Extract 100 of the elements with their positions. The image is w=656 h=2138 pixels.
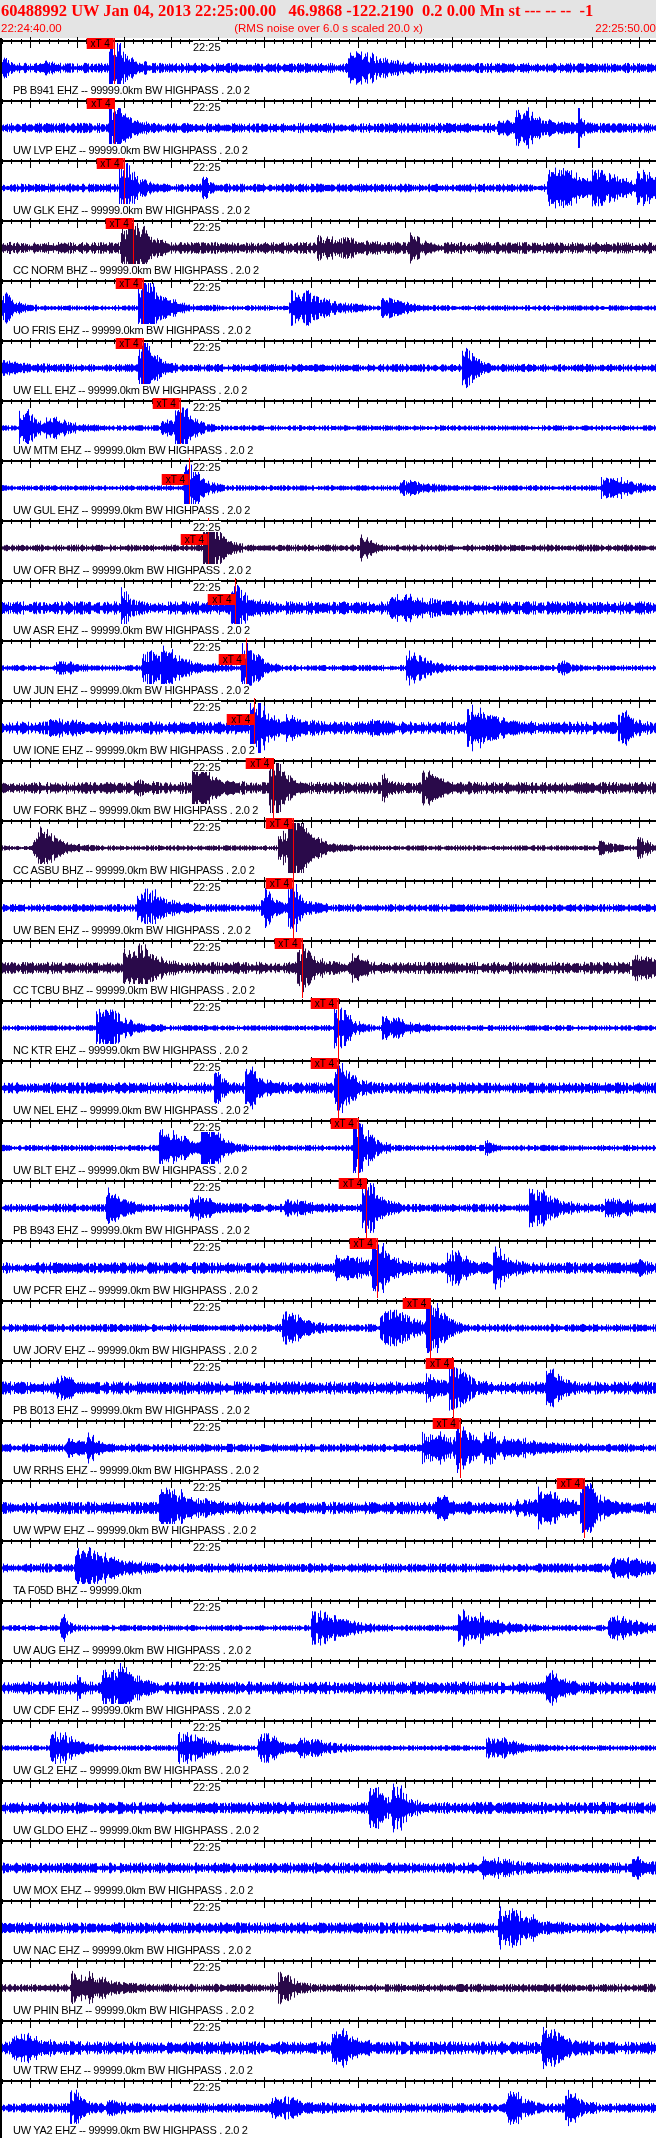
time-mark: 22:25	[193, 461, 221, 472]
pick-line	[430, 1298, 432, 1358]
channel-label: UO FRIS EHZ -- 99999.0km BW HIGHPASS . 2.0 2	[13, 324, 251, 338]
channel-label: UW MOX EHZ -- 99999.0km BW HIGHPASS . 2.0 2	[13, 1884, 253, 1898]
pick-label: xT 4	[180, 534, 208, 545]
channel-label: UW PCFR EHZ -- 99999.0km BW HIGHPASS . 2.0 2	[13, 1284, 258, 1298]
time-mark: 22:25	[193, 641, 221, 652]
pick-line	[459, 1418, 461, 1478]
time-mark: 22:25	[193, 2021, 221, 2032]
pick-label: xT 4	[310, 998, 339, 1009]
pick-label: xT 4	[403, 1298, 431, 1309]
pick-line	[453, 1358, 455, 1418]
pick-label: xT 4	[115, 338, 143, 349]
pick-label: xT 4	[96, 158, 124, 169]
channel-label: UW AUG EHZ -- 99999.0km BW HIGHPASS . 2.0 2	[13, 1644, 252, 1658]
time-mark: 22:25	[193, 101, 221, 112]
channel-label: UW GLDO EHZ -- 99999.0km BW HIGHPASS . 2.0 2	[13, 1824, 259, 1838]
pick-label: xT 4	[339, 1178, 367, 1189]
time-mark: 22:25	[193, 41, 221, 52]
channel-label: UW CDF EHZ -- 99999.0km BW HIGHPASS . 2.0 2	[13, 1704, 251, 1718]
pick-label: xT 4	[115, 278, 143, 289]
pick-line	[376, 1238, 378, 1298]
time-mark: 22:25	[193, 281, 221, 292]
time-mark: 22:25	[193, 1301, 221, 1312]
channel-label: UW NAC EHZ -- 99999.0km BW HIGHPASS . 2.0 2	[13, 1944, 252, 1958]
channel-label: UW MTM EHZ -- 99999.0km BW HIGHPASS . 2.0 2	[13, 444, 253, 458]
time-mark: 22:25	[193, 1661, 221, 1672]
channel-label: TA F05D BHZ -- 99999.0km	[13, 1584, 142, 1598]
time-mark: 22:25	[193, 1541, 221, 1552]
channel-label: CC TCBU BHZ -- 99999.0km BW HIGHPASS . 2.0 2	[13, 984, 255, 998]
pick-label: xT 4	[208, 594, 236, 605]
time-mark: 22:25	[193, 341, 221, 352]
pick-line	[366, 1178, 368, 1238]
pick-label: xT 4	[265, 878, 293, 889]
channel-label: PB B943 EHZ -- 99999.0km BW HIGHPASS . 2.0 2	[13, 1224, 250, 1238]
time-mark: 22:25	[193, 1961, 221, 1972]
channel-label: UW RRHS EHZ -- 99999.0km BW HIGHPASS . 2.0 2	[13, 1464, 259, 1478]
time-mark: 22:25	[193, 1721, 221, 1732]
pick-label: xT 4	[161, 474, 190, 485]
time-mark: 22:25	[193, 1481, 221, 1492]
pick-line	[357, 1118, 359, 1178]
pick-label: xT 4	[425, 1358, 454, 1369]
channel-label: UW BEN EHZ -- 99999.0km BW HIGHPASS . 2.0 2	[13, 924, 251, 938]
channel-label: UW GUL EHZ -- 99999.0km BW HIGHPASS . 2.0 2	[13, 504, 251, 518]
channel-label: UW NEL EHZ -- 99999.0km BW HIGHPASS . 2.0 2	[13, 1104, 249, 1118]
pick-label: xT 4	[87, 98, 115, 109]
time-mark: 22:25	[193, 1421, 221, 1432]
pick-label: xT 4	[105, 218, 133, 229]
pick-label: xT 4	[265, 818, 293, 829]
channel-label: UW FORK BHZ -- 99999.0km BW HIGHPASS . 2.0 2	[13, 804, 259, 818]
channel-label: UW GL2 EHZ -- 99999.0km BW HIGHPASS . 2.0 2	[13, 1764, 249, 1778]
pick-label: xT 4	[330, 1118, 358, 1129]
pick-line	[301, 938, 303, 998]
pick-line	[584, 1478, 586, 1538]
channel-label: UW ASR EHZ -- 99999.0km BW HIGHPASS . 2.0 2	[13, 624, 250, 638]
channel-label: CC ASBU BHZ -- 99999.0km BW HIGHPASS . 2.0 2	[13, 864, 255, 878]
scale-note: (RMS noise over 6.0 s scaled 20.0 x)	[234, 21, 423, 36]
channel-label: CC NORM BHZ -- 99999.0km BW HIGHPASS . 2.0 2	[13, 264, 259, 278]
channel-label: UW JORV EHZ -- 99999.0km BW HIGHPASS . 2.0 2	[13, 1344, 257, 1358]
time-mark: 22:25	[193, 401, 221, 412]
pick-label: xT 4	[432, 1418, 460, 1429]
channel-label: PB B941 EHZ -- 99999.0km BW HIGHPASS . 2.0 2	[13, 84, 250, 98]
time-mark: 22:25	[193, 1841, 221, 1852]
time-mark: 22:25	[193, 941, 221, 952]
pick-label: xT 4	[86, 38, 114, 49]
channel-label: PB B013 EHZ -- 99999.0km BW HIGHPASS . 2.0 2	[13, 1404, 250, 1418]
time-mark: 22:25	[193, 1001, 221, 1012]
pick-label: xT 4	[556, 1478, 585, 1489]
time-mark: 22:25	[193, 821, 221, 832]
channel-label: UW PHIN BHZ -- 99999.0km BW HIGHPASS . 2.0 2	[13, 2004, 254, 2018]
time-mark: 22:25	[193, 881, 221, 892]
pick-label: xT 4	[310, 1058, 339, 1069]
pick-label: xT 4	[152, 398, 180, 409]
channel-label: UW IONE EHZ -- 99999.0km BW HIGHPASS . 2.0 2	[13, 744, 255, 758]
channel-label: UW GLK EHZ -- 99999.0km BW HIGHPASS . 2.0 2	[13, 204, 250, 218]
channel-label: UW OFR BHZ -- 99999.0km BW HIGHPASS . 2.0 2	[13, 564, 252, 578]
time-mark: 22:25	[193, 521, 221, 532]
channel-label: UW JUN EHZ -- 99999.0km BW HIGHPASS . 2.0 2	[13, 684, 250, 698]
start-time: 22:24:40.00	[1, 21, 62, 36]
time-mark: 22:25	[193, 581, 221, 592]
pick-label: xT 4	[227, 714, 255, 725]
time-mark: 22:25	[193, 2081, 221, 2092]
time-mark: 22:25	[193, 1061, 221, 1072]
time-mark: 22:25	[193, 1181, 221, 1192]
time-mark: 22:25	[193, 1121, 221, 1132]
channel-label: UW BLT EHZ -- 99999.0km BW HIGHPASS . 2.0 2	[13, 1164, 248, 1178]
channel-label: UW LVP EHZ -- 99999.0km BW HIGHPASS . 2.0 2	[13, 144, 248, 158]
time-mark: 22:25	[193, 221, 221, 232]
event-title: 60488992 UW Jan 04, 2013 22:25:00.00 46.9868 -122.2190 0.2 0.00 Mn st --- -- -- -1	[1, 1, 595, 21]
time-mark: 22:25	[193, 1361, 221, 1372]
channel-label: UW ELL EHZ -- 99999.0km BW HIGHPASS . 2.0 2	[13, 384, 248, 398]
pick-label: xT 4	[246, 758, 274, 769]
time-mark: 22:25	[193, 1601, 221, 1612]
time-mark: 22:25	[193, 701, 221, 712]
pick-label: xT 4	[218, 654, 246, 665]
pick-label: xT 4	[274, 938, 302, 949]
end-time: 22:25:50.00	[595, 21, 656, 36]
pick-line	[273, 758, 275, 818]
time-mark: 22:25	[193, 161, 221, 172]
channel-label: UW TRW EHZ -- 99999.0km BW HIGHPASS . 2.0 2	[13, 2064, 253, 2078]
